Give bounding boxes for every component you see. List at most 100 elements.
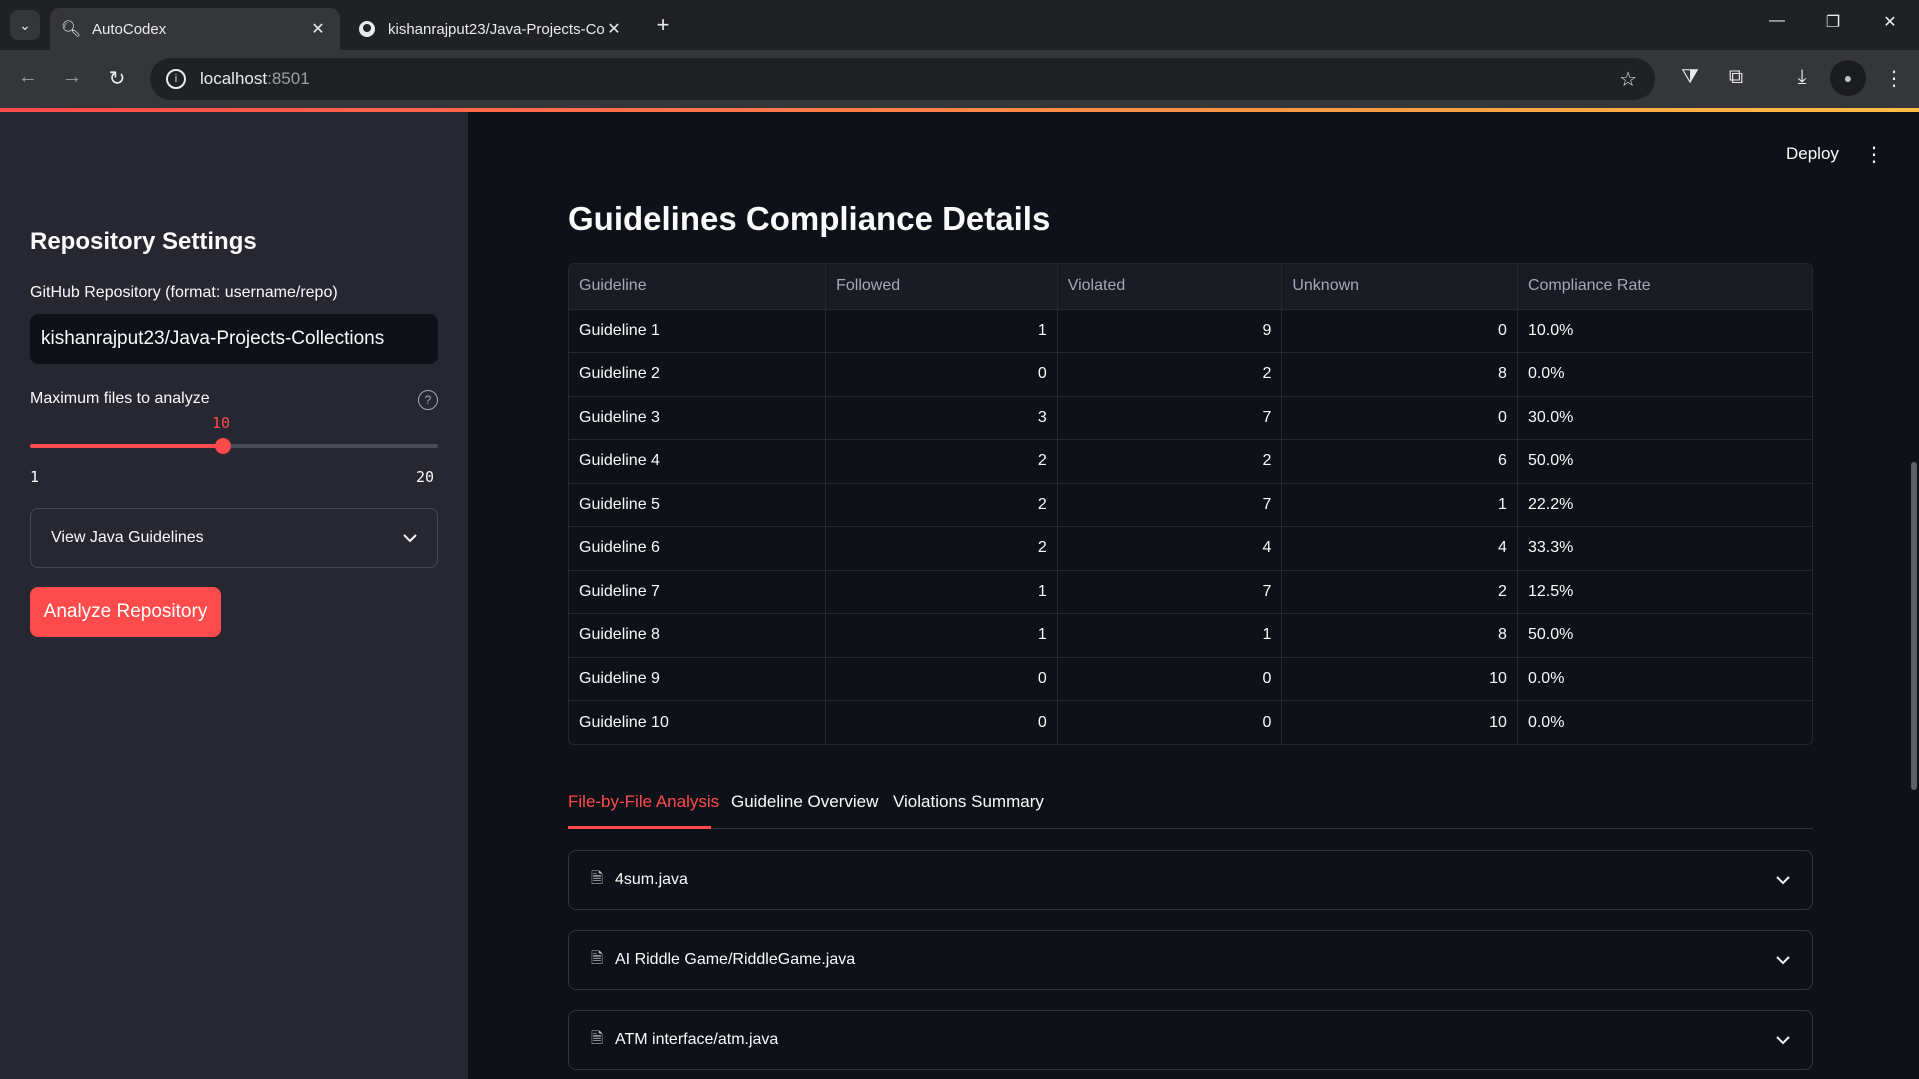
table-cell: 8 [1281,352,1518,397]
file-name: 4sum.java [615,871,688,888]
table-row: Guideline 9 0 0 10 0.0% [569,657,1812,701]
tab-autocodex[interactable]: 🔍︎ AutoCodex ✕ [50,8,340,50]
table-header-row: Guideline Followed Violated Unknown Comp… [569,264,1812,310]
max-files-label: Maximum files to analyze [30,390,210,407]
table-row: Guideline 2 0 2 8 0.0% [569,352,1812,397]
app-menu-icon[interactable]: ⋮ [1864,142,1884,167]
table-cell: 2 [825,526,1058,571]
table-cell: 12.5% [1517,570,1812,614]
analysis-tabs: File-by-File Analysis Guideline Overview… [568,786,1813,829]
table-cell: 2 [1281,570,1518,614]
file-name: AI Riddle Game/RiddleGame.java [615,951,856,968]
page-scrollbar[interactable] [1911,462,1917,790]
bookmark-star-icon[interactable]: ☆ [1619,67,1637,92]
slider-fill [30,444,224,448]
table-cell: 9 [1057,309,1283,353]
help-icon[interactable]: ? [418,390,438,410]
site-info-icon[interactable]: i [166,69,186,89]
file-expander[interactable]: 🗎 ATM interface/atm.java [568,1010,1813,1070]
chevron-down-icon [1776,952,1790,968]
table-cell: Guideline 6 [569,526,827,571]
tab-file-by-file[interactable]: File-by-File Analysis [568,792,719,812]
github-icon [358,20,376,38]
table-cell: 2 [1057,352,1283,397]
table-cell: 10 [1281,700,1518,744]
analyze-repository-button[interactable]: Analyze Repository [30,587,221,637]
column-header[interactable]: Followed [825,264,1058,310]
table-row: Guideline 4 2 2 6 50.0% [569,439,1812,484]
table-cell: 0.0% [1517,352,1812,397]
table-cell: 0 [1281,396,1518,440]
table-cell: Guideline 10 [569,700,827,744]
tab-guideline-overview[interactable]: Guideline Overview [731,792,878,812]
slider-thumb[interactable] [215,438,232,454]
forward-icon[interactable]: → [58,66,86,89]
profile-avatar[interactable]: ● [1830,60,1866,96]
repo-input[interactable] [30,314,438,364]
table-cell: 7 [1057,570,1283,614]
table-cell: Guideline 9 [569,657,827,701]
column-header[interactable]: Guideline [569,264,827,310]
address-bar[interactable]: i localhost:8501 ☆ [150,58,1655,100]
tab-title: AutoCodex [92,20,167,38]
browser-menu-icon[interactable]: ⋮ [1880,66,1908,91]
column-header[interactable]: Compliance Rate [1517,264,1812,310]
url-port: :8501 [267,69,310,88]
table-cell: 0 [1281,309,1518,353]
slider-value: 10 [212,414,231,432]
expander-label: View Java Guidelines [51,529,204,546]
file-expander[interactable]: 🗎 4sum.java [568,850,1813,910]
table-cell: 7 [1057,396,1283,440]
close-icon[interactable]: ✕ [308,19,328,39]
sidebar: Repository Settings GitHub Repository (f… [0,112,468,1079]
download-icon[interactable]: ⤓ [1788,66,1816,89]
search-icon: 🔍︎ [60,21,82,38]
table-row: Guideline 8 1 1 8 50.0% [569,613,1812,658]
extensions-puzzle-icon[interactable]: ⧉ [1722,66,1750,89]
back-icon[interactable]: ← [14,66,42,89]
slider-max-label: 20 [416,468,435,486]
table-cell: 10.0% [1517,309,1812,353]
file-expander[interactable]: 🗎 AI Riddle Game/RiddleGame.java [568,930,1813,990]
table-cell: 1 [1057,613,1283,658]
tab-violations-summary[interactable]: Violations Summary [893,792,1044,812]
table-cell: 4 [1057,526,1283,571]
window-close-icon[interactable]: ✕ [1878,12,1902,32]
minimize-icon[interactable]: — [1765,12,1789,30]
new-tab-button[interactable]: + [648,10,678,40]
tab-search-menu-button[interactable]: ⌄ [10,10,40,40]
column-header[interactable]: Unknown [1281,264,1518,310]
extension-filter-icon[interactable]: ⧩ [1676,66,1704,89]
chevron-down-icon [1776,872,1790,888]
table-cell: 0.0% [1517,657,1812,701]
table-cell: 2 [825,439,1058,484]
max-files-slider[interactable] [30,438,438,454]
tab-github[interactable]: kishanrajput23/Java-Projects-Co ✕ [346,8,636,50]
tab-title: kishanrajput23/Java-Projects-Co [388,20,604,38]
active-tab-underline [568,826,711,829]
page-title: Guidelines Compliance Details [568,200,1051,237]
chevron-down-icon [403,530,417,546]
reload-icon[interactable]: ↻ [103,66,131,91]
browser-tab-bar: ⌄ 🔍︎ AutoCodex ✕ kishanrajput23/Java-Pro… [0,0,1919,50]
table-cell: 0 [825,657,1058,701]
table-cell: 6 [1281,439,1518,484]
table-cell: 1 [1281,483,1518,527]
table-cell: Guideline 7 [569,570,827,614]
table-cell: 4 [1281,526,1518,571]
table-cell: 33.3% [1517,526,1812,571]
table-cell: 0 [1057,657,1283,701]
column-header[interactable]: Violated [1057,264,1283,310]
deploy-button[interactable]: Deploy [1786,144,1839,164]
table-row: Guideline 3 3 7 0 30.0% [569,396,1812,440]
table-cell: 0.0% [1527,713,1565,731]
sidebar-title: Repository Settings [30,228,257,255]
java-guidelines-expander[interactable]: View Java Guidelines [30,508,438,568]
repo-field-label: GitHub Repository (format: username/repo… [30,284,338,301]
table-cell: 1 [825,613,1058,658]
table-cell: 10 [1281,657,1518,701]
restore-icon[interactable]: ❐ [1821,12,1845,32]
chevron-down-icon [1776,1032,1790,1048]
table-cell: Guideline 8 [569,613,827,658]
close-icon[interactable]: ✕ [604,19,624,39]
